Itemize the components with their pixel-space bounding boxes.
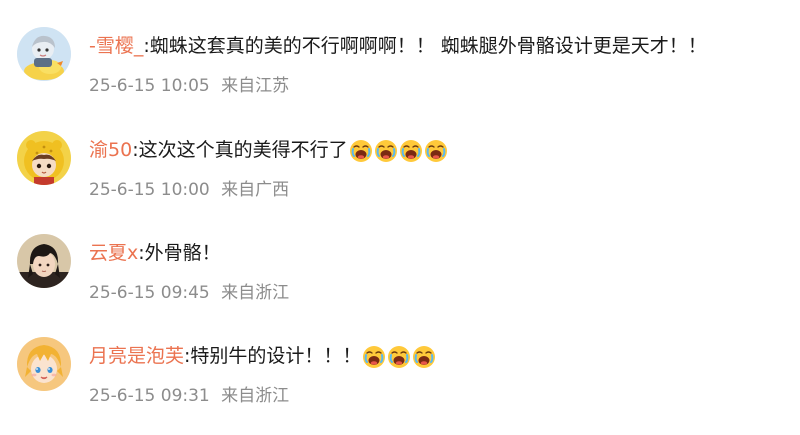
comment-line: -雪樱_ : 蜘蛛这套真的美的不行啊啊啊！！ 蜘蛛腿外骨骼设计更是天才！！	[89, 32, 707, 60]
comment-meta: 25-6-15 10:05 来自江苏	[89, 71, 289, 96]
crying-face-icon	[349, 139, 373, 163]
comment-item: 月亮是泡芙 : 特别牛的设计！！！ 25-6-15 09:31 来自浙江	[0, 335, 800, 435]
comment-location: 来自江苏	[221, 76, 290, 96]
comment-line: 月亮是泡芙 : 特别牛的设计！！！	[89, 342, 436, 370]
username-link[interactable]: 渝50	[89, 136, 132, 164]
avatar-duck-character-icon	[17, 27, 71, 81]
comment-item: 渝50 : 这次这个真的美得不行了 25-6-15 10:00 来自广西	[0, 129, 800, 229]
avatar[interactable]	[17, 337, 71, 391]
comment-list: -雪樱_ : 蜘蛛这套真的美的不行啊啊啊！！ 蜘蛛腿外骨骼设计更是天才！！ 25…	[0, 0, 800, 432]
comment-meta: 25-6-15 10:00 来自广西	[89, 175, 289, 200]
comment-text: 这次这个真的美得不行了	[138, 139, 348, 161]
comment-text: 外骨骼！	[144, 242, 221, 264]
username-link[interactable]: 月亮是泡芙	[89, 342, 184, 370]
comment-item: -雪樱_ : 蜘蛛这套真的美的不行啊啊啊！！ 蜘蛛腿外骨骼设计更是天才！！ 25…	[0, 25, 800, 125]
avatar-blonde-anime-character-icon	[17, 337, 71, 391]
comment-text: 蜘蛛这套真的美的不行啊啊啊！！ 蜘蛛腿外骨骼设计更是天才！！	[149, 35, 707, 57]
username-link[interactable]: -雪樱_	[89, 32, 143, 60]
comment-meta: 25-6-15 09:45 来自浙江	[89, 278, 289, 303]
comment-location: 来自浙江	[221, 283, 290, 303]
crying-face-icon	[399, 139, 423, 163]
crying-face-icon	[362, 345, 386, 369]
comment-location: 来自广西	[221, 180, 290, 200]
comment-time: 25-6-15 10:05	[89, 76, 210, 96]
comment-location: 来自浙江	[221, 386, 290, 406]
comment-time: 25-6-15 09:45	[89, 283, 210, 303]
avatar[interactable]	[17, 27, 71, 81]
emoji-row	[361, 342, 436, 370]
comment-time: 25-6-15 10:00	[89, 180, 210, 200]
emoji-row	[348, 136, 448, 164]
crying-face-icon	[424, 139, 448, 163]
comment-text: 特别牛的设计！！！	[190, 345, 362, 367]
crying-face-icon	[387, 345, 411, 369]
username-link[interactable]: 云夏x	[89, 239, 138, 267]
avatar[interactable]	[17, 131, 71, 185]
crying-face-icon	[412, 345, 436, 369]
comment-line: 渝50 : 这次这个真的美得不行了	[89, 136, 448, 164]
avatar-yellow-hood-character-icon	[17, 131, 71, 185]
comment-line: 云夏x : 外骨骼！	[89, 239, 221, 267]
avatar-dark-hair-character-icon	[17, 234, 71, 288]
avatar[interactable]	[17, 234, 71, 288]
comment-meta: 25-6-15 09:31 来自浙江	[89, 381, 289, 406]
comment-time: 25-6-15 09:31	[89, 386, 210, 406]
comment-item: 云夏x : 外骨骼！ 25-6-15 09:45 来自浙江	[0, 232, 800, 332]
crying-face-icon	[374, 139, 398, 163]
